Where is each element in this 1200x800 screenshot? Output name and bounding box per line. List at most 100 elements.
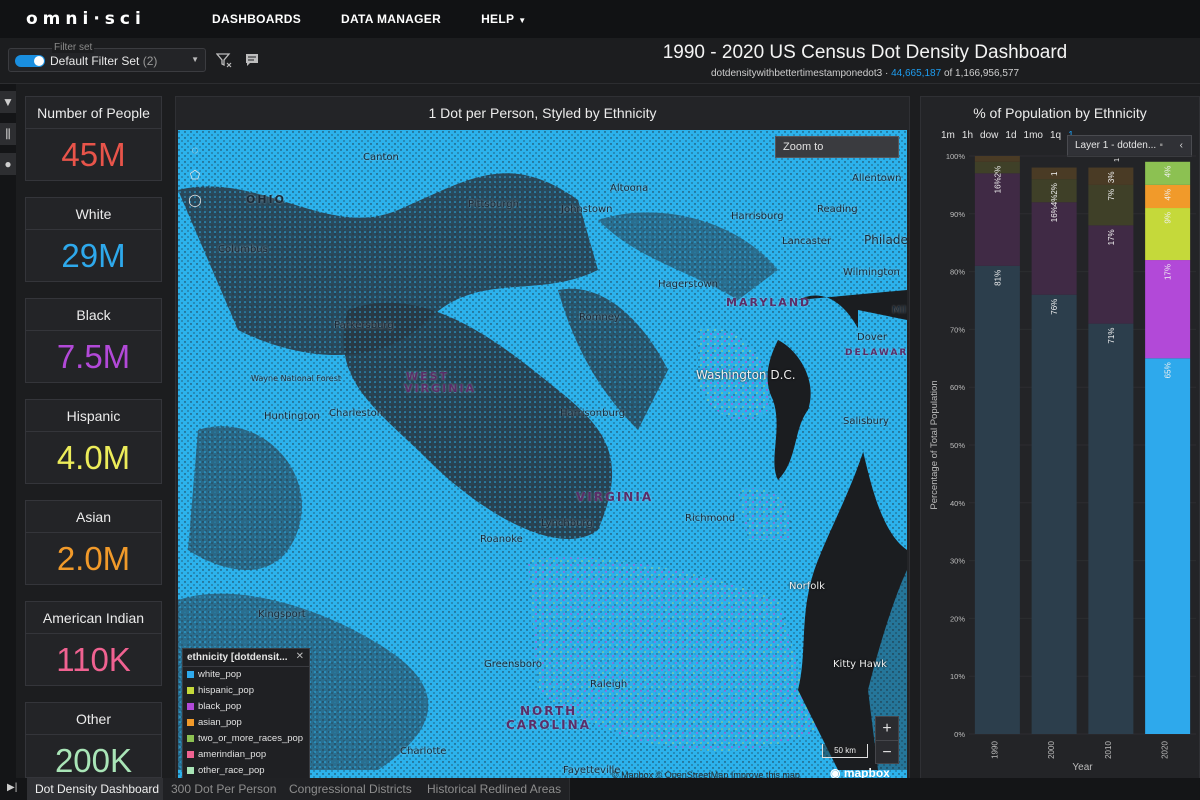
map-label: Washington D.C. — [696, 368, 796, 382]
omnisci-logo[interactable]: omni·sci — [26, 9, 212, 29]
kpi-value: 2.0M — [56, 540, 131, 577]
kpi-value: 200K — [54, 742, 133, 778]
map-legend: ethnicity [dotdensit... ✕ white_pop hisp… — [182, 648, 310, 780]
map-label: Parkersburg — [334, 320, 394, 331]
tab-historical-redlined-areas[interactable]: Historical Redlined Areas — [419, 778, 571, 800]
bar-data-label: 81% — [993, 270, 1002, 286]
kpi-label: Black — [26, 299, 161, 331]
map-label: MARYLAND — [726, 296, 812, 309]
map-label: Kingsport — [258, 609, 306, 620]
kpi-label: American Indian — [26, 602, 161, 634]
legend-item[interactable]: black_pop — [183, 699, 309, 715]
bar-data-label: 1 — [1050, 171, 1059, 176]
map-label: Canton — [363, 152, 399, 163]
legend-item[interactable]: asian_pop — [183, 715, 309, 731]
chevron-right-icon[interactable]: ▶| — [7, 782, 17, 793]
bar-data-label: 17% — [1107, 229, 1116, 245]
map-label: Kitty Hawk — [833, 659, 887, 670]
kpi-hispanic[interactable]: Hispanic 4.0M — [25, 399, 162, 484]
stacked-bar-chart[interactable]: 0% 10% 20% 30% 40% 50% 60% 70% 80% 90% 100% Percent… — [921, 98, 1200, 788]
map-label: OHIO — [246, 193, 287, 206]
kpi-white[interactable]: White 29M — [25, 197, 162, 282]
bar-data-label: 3% — [1107, 172, 1116, 184]
map-label: Harrisburg — [731, 211, 784, 222]
dashboard-record-count: dotdensitywithbettertimestamponedot3 · 4… — [710, 68, 1020, 79]
nav-help[interactable]: HELP ▼ — [481, 12, 526, 26]
nav-data-manager[interactable]: DATA MANAGER — [341, 12, 441, 26]
legend-title[interactable]: ethnicity [dotdensit... — [183, 649, 309, 667]
map-label: Salisbury — [843, 416, 889, 427]
dashboard-title: 1990 - 2020 US Census Dot Density Dashbo… — [662, 42, 1068, 63]
comment-icon[interactable] — [243, 52, 261, 70]
filter-clear-icon[interactable] — [215, 52, 233, 70]
tab-congressional-districts[interactable]: Congressional Districts — [281, 778, 421, 800]
kpi-label: Hispanic — [26, 400, 161, 432]
kpi-label: Number of People — [26, 97, 161, 129]
kpi-other[interactable]: Other 200K — [25, 702, 162, 778]
map-label: Huntington — [264, 411, 320, 422]
y-tick-label: 70% — [950, 325, 965, 334]
y-tick-label: 90% — [950, 210, 965, 219]
kpi-label: Other — [26, 703, 161, 735]
dashboard-tabs: ▶| Dot Density Dashboard 300 Dot Per Per… — [0, 778, 1200, 800]
polygon-draw-icon[interactable]: ⬠ — [186, 166, 204, 184]
x-tick-label: 2020 — [1161, 741, 1170, 759]
bar-data-label: 7% — [1107, 189, 1116, 201]
bar-data-label: 4% — [1164, 189, 1173, 201]
close-icon[interactable]: ✕ — [296, 651, 304, 662]
left-toolbar: ▼ ⫼ ● — [0, 84, 16, 800]
kpi-value: 110K — [56, 641, 131, 678]
filter-set-toggle[interactable] — [15, 55, 45, 67]
bar-data-label: 17% — [1164, 264, 1173, 280]
filter-set-label: Filter set — [52, 42, 95, 53]
map-label: Charleston — [329, 408, 384, 419]
map-label: Dover — [857, 332, 887, 343]
map-label: NORTH — [520, 704, 578, 718]
filter-set-value: Default Filter Set (2) — [50, 54, 158, 68]
x-tick-label: 1990 — [990, 741, 999, 759]
legend-item[interactable]: white_pop — [183, 667, 309, 683]
tab-dot-density-dashboard[interactable]: Dot Density Dashboard — [27, 778, 169, 800]
y-tick-label: 80% — [950, 268, 965, 277]
y-axis-label: Percentage of Total Population — [929, 380, 940, 509]
map-label: DELAWARE — [845, 348, 907, 358]
chevron-down-icon: ▼ — [191, 55, 199, 64]
filter-set-dropdown[interactable]: Filter set Default Filter Set (2) ▼ — [8, 42, 206, 72]
kpi-number-of-people[interactable]: Number of People 45M — [25, 96, 162, 181]
lasso-circle-icon[interactable]: ◌ — [186, 141, 204, 159]
y-tick-label: 50% — [950, 441, 965, 450]
filter-icon[interactable]: ▼ — [0, 91, 16, 113]
nav-dashboards[interactable]: DASHBOARDS — [212, 12, 301, 26]
palette-icon[interactable]: ● — [0, 153, 16, 175]
tab-300-dot-per-person[interactable]: 300 Dot Per Person — [163, 778, 286, 800]
bar-data-label: 71% — [1107, 328, 1116, 344]
map-label: VIRGINIA — [404, 382, 477, 395]
bar-data-label: 16% — [1050, 206, 1059, 222]
legend-item[interactable]: amerindian_pop — [183, 747, 309, 763]
sliders-icon[interactable]: ⫼ — [0, 123, 16, 145]
bar-segment — [1145, 358, 1191, 734]
map-label: Columbus — [218, 244, 268, 255]
zoom-out-button[interactable]: − — [876, 740, 898, 763]
zoom-in-button[interactable]: + — [876, 717, 898, 740]
lasso-icon[interactable]: ◯ — [186, 191, 204, 209]
kpi-american-indian[interactable]: American Indian 110K — [25, 601, 162, 686]
kpi-asian[interactable]: Asian 2.0M — [25, 500, 162, 585]
bar-data-label: 1 — [1114, 158, 1121, 162]
chevron-down-icon: ▼ — [518, 16, 527, 25]
kpi-label: Asian — [26, 501, 161, 533]
bar-data-label: 4%2% — [1050, 183, 1059, 206]
kpi-value: 7.5M — [56, 338, 131, 375]
legend-item[interactable]: two_or_more_races_pop — [183, 731, 309, 747]
map-label: Wilmington — [843, 267, 900, 278]
legend-item[interactable]: other_race_pop — [183, 763, 309, 779]
bar-data-label: 76% — [1050, 299, 1059, 315]
kpi-black[interactable]: Black 7.5M — [25, 298, 162, 383]
kpi-value: 45M — [61, 136, 126, 173]
zoom-to-input[interactable]: Zoom to — [775, 136, 899, 158]
map-label: Allentown — [852, 173, 902, 184]
dashboard-header: Filter set Default Filter Set (2) ▼ 1990… — [0, 38, 1200, 84]
map-label: Harrisonburg — [560, 408, 626, 419]
legend-item[interactable]: hispanic_pop — [183, 683, 309, 699]
bar-segment — [1031, 294, 1077, 734]
